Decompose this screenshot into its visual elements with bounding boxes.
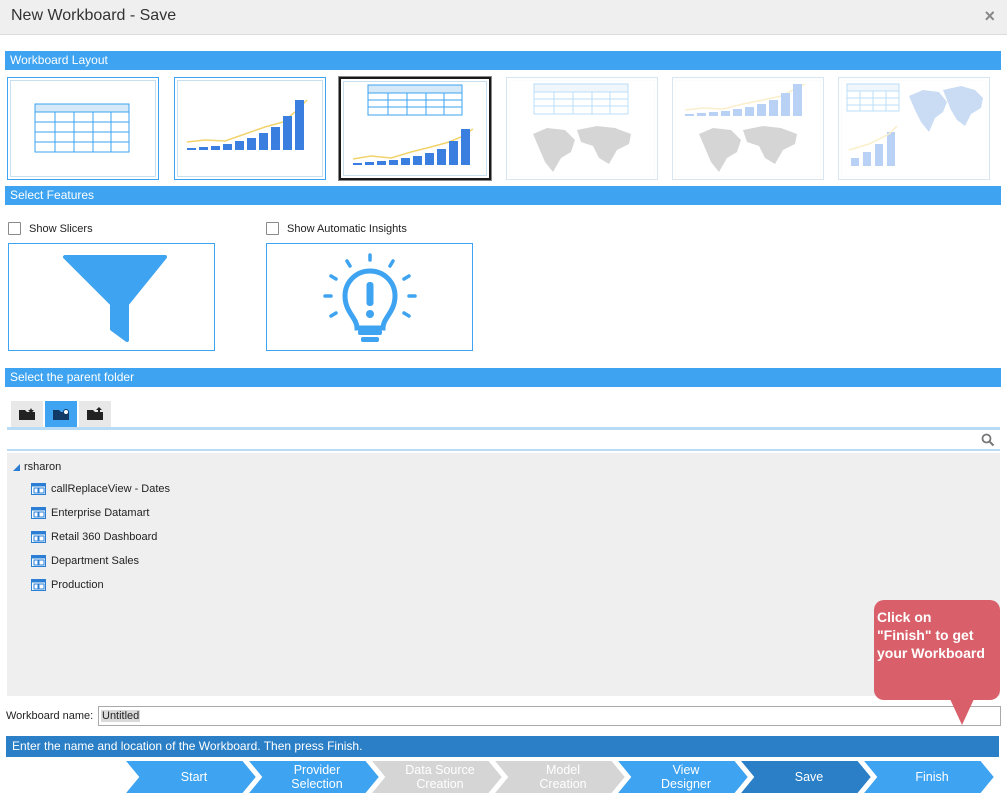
step-data-source-creation[interactable]: Data Source Creation	[384, 760, 496, 794]
tab-public-folders[interactable]	[79, 401, 111, 427]
tab-shared-folders[interactable]	[45, 401, 77, 427]
layout-option-chart-map[interactable]	[672, 77, 824, 180]
workboard-name-row: Workboard name: Untitled	[0, 705, 1007, 727]
checkbox-box[interactable]	[266, 222, 279, 235]
table-layout-icon	[34, 103, 130, 153]
workboard-icon	[31, 507, 46, 519]
show-slicers-label: Show Slicers	[29, 222, 93, 235]
checkbox-box[interactable]	[8, 222, 21, 235]
folder-shared-icon	[53, 409, 69, 420]
tree-item[interactable]: callReplaceView - Dates	[31, 483, 170, 495]
step-provider-selection[interactable]: Provider Selection	[261, 760, 373, 794]
section-layout-header: Workboard Layout	[5, 51, 1001, 70]
tabs-underline	[7, 427, 1000, 430]
instruction-bar: Enter the name and location of the Workb…	[6, 736, 999, 757]
workboard-icon	[31, 483, 46, 495]
funnel-icon	[63, 255, 167, 342]
tree-item-label: Retail 360 Dashboard	[51, 531, 158, 543]
tree-item-label: Department Sales	[51, 555, 140, 567]
tree-item[interactable]: Retail 360 Dashboard	[31, 531, 157, 543]
layout-option-table-chart[interactable]	[339, 77, 491, 180]
tree-item[interactable]: Production	[31, 579, 104, 591]
tree-item-label: Enterprise Datamart	[51, 507, 150, 519]
show-insights-label: Show Automatic Insights	[287, 222, 407, 235]
workboard-name-selected-text: Untitled	[101, 710, 141, 722]
chart-layout-icon	[186, 99, 308, 150]
workboard-name-label: Workboard name:	[6, 710, 94, 722]
callout-pointer	[950, 699, 974, 725]
finish-button[interactable]: Finish	[876, 760, 988, 794]
tab-my-folders[interactable]	[11, 401, 43, 427]
workboard-icon	[31, 531, 46, 543]
folder-star-icon	[19, 408, 35, 420]
finish-hint-callout: Click on "Finish" to get your Workboard	[874, 600, 1000, 700]
close-icon[interactable]: ×	[984, 6, 995, 27]
step-view-designer[interactable]: View Designer	[630, 760, 742, 794]
tree-item-label: Production	[51, 579, 104, 591]
show-slicers-checkbox[interactable]: Show Slicers	[8, 222, 93, 235]
layout-option-table[interactable]	[7, 77, 159, 180]
step-start[interactable]: Start	[138, 760, 250, 794]
workboard-icon	[31, 579, 46, 591]
search-icon[interactable]	[981, 433, 995, 447]
table-chart-map-layout-icon	[846, 83, 983, 166]
chart-map-layout-icon	[684, 83, 806, 172]
tree-item-label: callReplaceView - Dates	[51, 483, 171, 495]
step-save[interactable]: Save	[753, 760, 865, 794]
section-folder-header: Select the parent folder	[5, 368, 1001, 387]
tree-item[interactable]: Enterprise Datamart	[31, 507, 149, 519]
lightbulb-icon	[323, 253, 417, 342]
layout-option-table-map[interactable]	[506, 77, 658, 180]
expand-arrow-icon[interactable]	[13, 463, 20, 471]
folder-tabs	[11, 401, 113, 427]
section-features-header: Select Features	[5, 186, 1001, 205]
insights-feature-card[interactable]	[266, 243, 473, 351]
title-bar: New Workboard - Save ×	[0, 0, 1007, 35]
tree-root-label: rsharon	[24, 461, 62, 473]
step-model-creation[interactable]: Model Creation	[507, 760, 619, 794]
tree-item[interactable]: Department Sales	[31, 555, 139, 567]
folder-up-icon	[87, 407, 103, 420]
workboard-name-input[interactable]	[98, 706, 1001, 726]
layout-option-chart[interactable]	[174, 77, 326, 180]
tree-root-node[interactable]: rsharon	[13, 461, 61, 473]
table-map-layout-icon	[533, 83, 631, 172]
slicers-feature-card[interactable]	[8, 243, 215, 351]
window-title: New Workboard - Save	[11, 7, 177, 24]
folder-tree: rsharon callReplaceView - Dates Enterpri…	[7, 453, 1000, 696]
layout-option-table-chart-map[interactable]	[838, 77, 990, 180]
workboard-icon	[31, 555, 46, 567]
folder-search-bar[interactable]	[7, 431, 1000, 451]
show-insights-checkbox[interactable]: Show Automatic Insights	[266, 222, 407, 235]
table-chart-layout-icon	[352, 84, 474, 165]
